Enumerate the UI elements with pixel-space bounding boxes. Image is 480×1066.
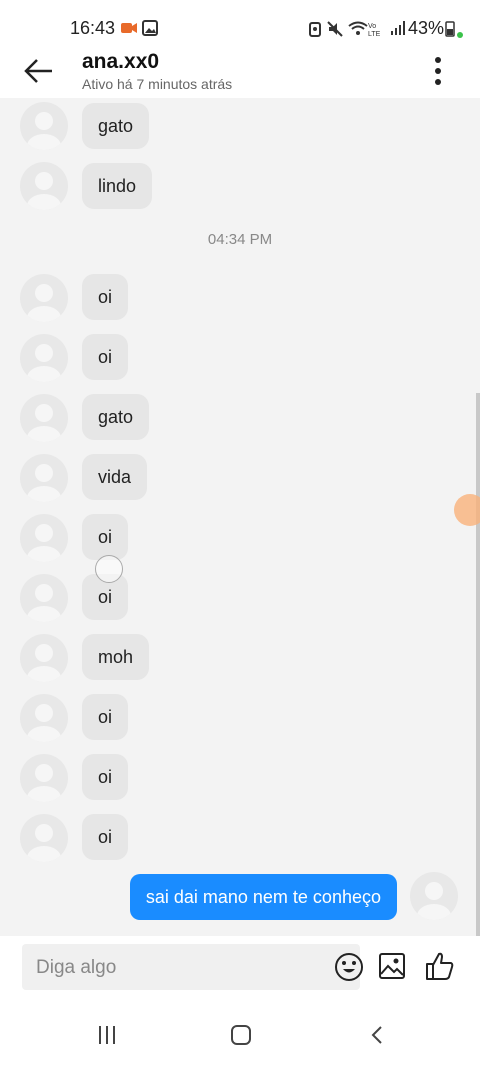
sent-message[interactable]: sai dai mano nem te conheço bbox=[129, 874, 397, 920]
received-message[interactable]: gato bbox=[82, 103, 150, 149]
more-vert-icon[interactable] bbox=[426, 54, 450, 88]
nav-back-icon[interactable] bbox=[366, 1024, 388, 1046]
avatar[interactable] bbox=[20, 514, 68, 562]
received-message[interactable]: lindo bbox=[82, 163, 153, 209]
message-input-placeholder: Diga algo bbox=[36, 957, 117, 978]
touch-indicator bbox=[95, 555, 123, 583]
chat-header: ana.xx0 Ativo há 7 minutos atrás bbox=[0, 44, 480, 99]
received-message[interactable]: moh bbox=[82, 634, 150, 680]
avatar[interactable] bbox=[20, 694, 68, 742]
avatar[interactable] bbox=[20, 634, 68, 682]
volte-icon: VoLTE bbox=[368, 23, 381, 38]
alarm-icon bbox=[309, 22, 321, 37]
received-message[interactable]: oi bbox=[82, 694, 129, 740]
avatar[interactable] bbox=[20, 454, 68, 502]
message-list[interactable]: gato lindo 04:34 PM oi oi gato vida oi o… bbox=[0, 98, 480, 936]
status-time: 16:43 bbox=[70, 18, 116, 38]
received-message[interactable]: oi bbox=[82, 514, 129, 560]
avatar[interactable] bbox=[20, 394, 68, 442]
floating-bubble[interactable] bbox=[454, 494, 480, 526]
video-record-icon bbox=[121, 23, 137, 33]
avatar[interactable] bbox=[20, 574, 68, 622]
received-message[interactable]: vida bbox=[82, 454, 148, 500]
mute-icon bbox=[327, 21, 343, 37]
battery-icon bbox=[445, 21, 455, 37]
recent-apps-icon[interactable] bbox=[96, 1024, 118, 1046]
received-message[interactable]: oi bbox=[82, 754, 129, 800]
wifi-icon bbox=[348, 21, 368, 35]
signal-icon bbox=[391, 21, 405, 35]
avatar[interactable] bbox=[20, 102, 68, 150]
avatar[interactable] bbox=[20, 754, 68, 802]
active-status: Ativo há 7 minutos atrás bbox=[82, 76, 233, 92]
image-icon[interactable] bbox=[378, 952, 406, 980]
avatar[interactable] bbox=[20, 334, 68, 382]
home-icon[interactable] bbox=[230, 1024, 252, 1046]
avatar[interactable] bbox=[20, 274, 68, 322]
avatar[interactable] bbox=[20, 162, 68, 210]
message-timestamp: 04:34 PM bbox=[207, 231, 273, 248]
thumbs-up-icon[interactable] bbox=[424, 950, 456, 982]
input-bar: Diga algo bbox=[0, 936, 480, 1000]
battery-level: 43% bbox=[407, 18, 444, 38]
my-avatar bbox=[410, 872, 458, 920]
message-input[interactable]: Diga algo bbox=[22, 944, 363, 990]
scrollbar[interactable] bbox=[476, 393, 480, 936]
avatar[interactable] bbox=[20, 814, 68, 862]
back-arrow-icon[interactable] bbox=[20, 52, 58, 90]
notification-dot-icon bbox=[457, 32, 463, 38]
emoji-icon[interactable] bbox=[334, 952, 364, 982]
svg-text:LTE: LTE bbox=[368, 31, 381, 38]
received-message[interactable]: oi bbox=[82, 814, 129, 860]
received-message[interactable]: gato bbox=[82, 394, 150, 440]
received-message[interactable]: oi bbox=[82, 334, 129, 380]
received-message[interactable]: oi bbox=[82, 274, 129, 320]
system-nav-bar bbox=[0, 1006, 480, 1066]
svg-text:Vo: Vo bbox=[368, 23, 376, 30]
contact-name[interactable]: ana.xx0 bbox=[82, 50, 159, 74]
gallery-icon bbox=[142, 20, 158, 36]
